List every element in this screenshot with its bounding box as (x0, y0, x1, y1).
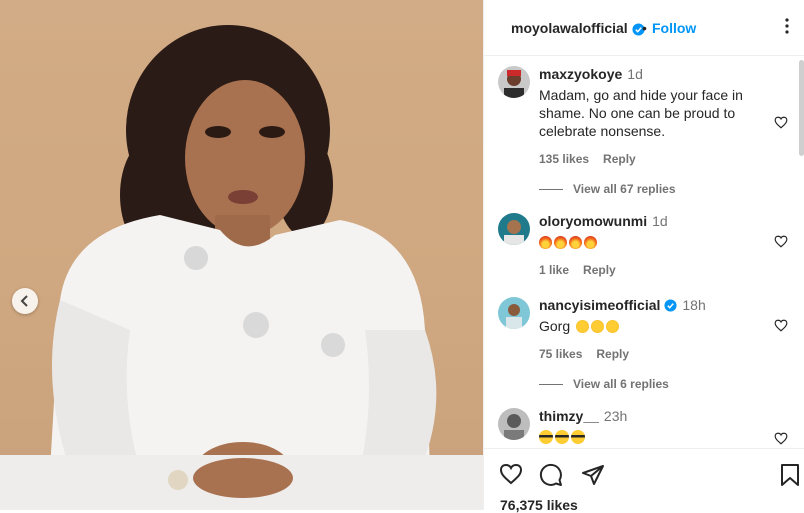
comment-likes[interactable]: 135 likes (539, 152, 589, 166)
comment-likes[interactable]: 75 likes (539, 347, 582, 361)
view-replies-button[interactable]: View all 67 replies (539, 182, 676, 196)
chevron-left-icon (20, 295, 28, 307)
avatar[interactable] (498, 297, 530, 329)
portrait-image (0, 25, 483, 510)
comment-username[interactable]: nancyisimeofficial (539, 297, 660, 313)
heart-icon[interactable] (774, 116, 788, 129)
comment-icon[interactable] (539, 463, 563, 487)
comments-list[interactable]: maxzyokoye 1d Madam, go and hide your fac… (484, 56, 804, 448)
post-author-username[interactable]: moyolawalofficial (511, 20, 645, 36)
comment-time: 1d (627, 66, 643, 82)
comment-emojis (539, 428, 761, 446)
comment-time: 18h (682, 297, 706, 313)
fire-emoji (569, 236, 582, 249)
comment-emojis (539, 233, 761, 251)
heart-icon[interactable] (774, 235, 788, 248)
avatar[interactable] (498, 408, 530, 440)
fire-emoji (554, 236, 567, 249)
star-struck-emoji (606, 320, 620, 333)
comment-text-row: Gorg (539, 317, 761, 335)
comment-item: oloryomowunmi 1d 1 like Reply (498, 213, 788, 277)
sunglasses-face-emoji (539, 430, 553, 444)
heart-icon[interactable] (499, 463, 523, 485)
comment-username[interactable]: oloryomowunmi (539, 213, 647, 229)
divider (539, 189, 563, 191)
comment-time: 1d (652, 213, 668, 229)
comment-item: maxzyokoye 1d Madam, go and hide your fac… (498, 66, 788, 186)
comment-username[interactable]: maxzyokoye (539, 66, 622, 82)
post-actions-bar: 76,375 likes (484, 448, 804, 513)
comment-username[interactable]: thimzy__ (539, 408, 599, 424)
avatar[interactable] (498, 213, 530, 245)
sunglasses-face-emoji (555, 430, 569, 444)
follow-button[interactable]: Follow (652, 20, 696, 36)
more-icon[interactable] (779, 16, 795, 36)
post-header: moyolawalofficial • Follow (484, 0, 804, 56)
post-side-panel: moyolawalofficial • Follow maxzyokoye 1d … (483, 0, 804, 513)
reply-button[interactable]: Reply (603, 152, 636, 166)
verified-badge-icon (664, 299, 677, 312)
avatar[interactable] (498, 66, 530, 98)
post-likes-count[interactable]: 76,375 likes (500, 497, 578, 513)
reply-button[interactable]: Reply (583, 263, 616, 277)
comment-text: Gorg (539, 318, 571, 334)
comment-text: Madam, go and hide your face in shame. N… (539, 87, 743, 139)
sunglasses-face-emoji (571, 430, 585, 444)
post-author-username-text[interactable]: moyolawalofficial (511, 20, 628, 36)
share-icon[interactable] (581, 463, 605, 487)
comment-item: thimzy__ 23h (498, 408, 788, 448)
star-struck-emoji (591, 320, 605, 333)
bookmark-icon[interactable] (780, 463, 800, 487)
star-struck-emoji (576, 320, 590, 333)
view-replies-label[interactable]: View all 6 replies (573, 377, 669, 391)
previous-photo-button[interactable] (12, 288, 38, 314)
divider (539, 384, 563, 386)
fire-emoji (539, 236, 552, 249)
view-replies-label[interactable]: View all 67 replies (573, 182, 676, 196)
comment-likes[interactable]: 1 like (539, 263, 569, 277)
comment-item: nancyisimeofficial 18h Gorg 75 likes Reply (498, 297, 788, 361)
heart-icon[interactable] (774, 319, 788, 332)
reply-button[interactable]: Reply (596, 347, 629, 361)
comment-time: 23h (603, 408, 628, 424)
header-separator: • (642, 20, 647, 36)
heart-icon[interactable] (774, 432, 788, 445)
view-replies-button[interactable]: View all 6 replies (539, 377, 669, 391)
post-photo (0, 0, 483, 510)
fire-emoji (584, 236, 597, 249)
comments-scrollbar[interactable] (799, 60, 804, 156)
